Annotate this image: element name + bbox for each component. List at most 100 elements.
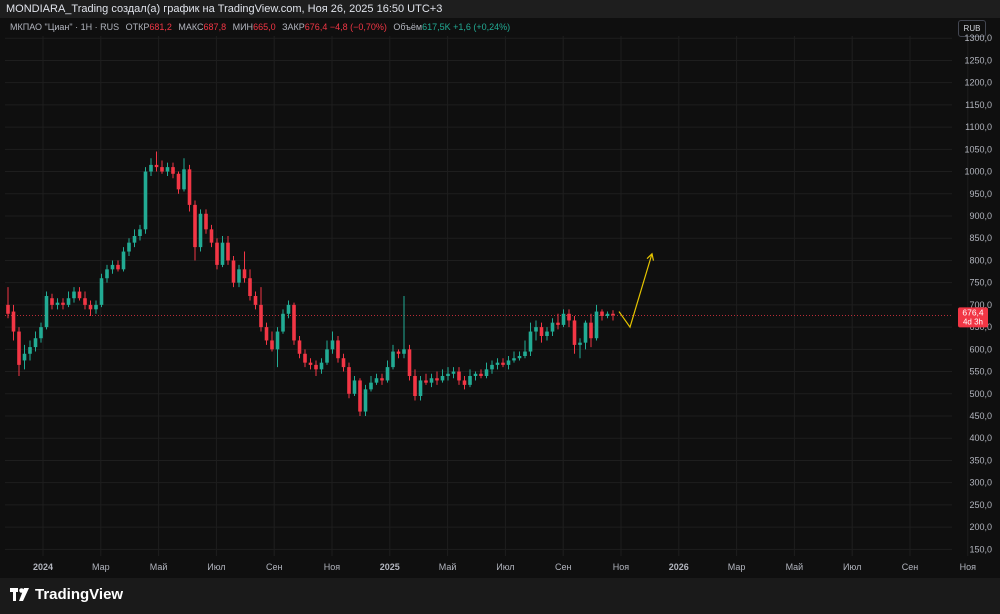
candle-body	[457, 371, 461, 381]
y-tick-label: 1100,0	[965, 122, 992, 132]
time-axis[interactable]: 2024 Мар Май Июл Сен Ноя 2025 Май Июл Сен Ноя 2026 М…	[33, 562, 976, 572]
candle-body	[121, 251, 126, 270]
candle	[154, 151, 159, 172]
candle-body	[28, 347, 32, 354]
candle	[391, 344, 395, 370]
candle-body	[512, 358, 516, 361]
candle-body	[149, 164, 153, 172]
candle	[33, 331, 38, 352]
candle-body	[83, 298, 87, 305]
y-tick-label: 1300,0	[964, 33, 992, 43]
candle	[149, 158, 153, 176]
brand-name: TradingView	[35, 586, 124, 603]
candle	[165, 162, 170, 176]
candle	[605, 311, 610, 319]
candle	[369, 376, 373, 392]
candle-body	[66, 298, 71, 305]
candle-body	[523, 351, 527, 356]
candle	[534, 320, 538, 341]
candle-body	[138, 229, 142, 236]
candle-body	[182, 169, 186, 190]
candle	[611, 310, 615, 321]
last-price-tag: 676,4 4d 3h	[958, 307, 988, 328]
candle	[171, 162, 175, 179]
grid-lines	[5, 36, 969, 556]
candle-body	[292, 304, 296, 341]
candle-body	[605, 313, 610, 316]
candle-body	[418, 380, 423, 396]
candle-body	[429, 378, 434, 383]
candle	[83, 291, 87, 310]
candle-body	[297, 340, 302, 354]
candle	[28, 340, 32, 361]
candle-body	[517, 356, 522, 359]
x-tick-label: Ноя	[613, 562, 630, 572]
candle-body	[154, 164, 159, 168]
candle	[94, 300, 98, 314]
x-tick-label: Ноя	[960, 562, 977, 572]
candle	[187, 164, 192, 212]
candle	[446, 367, 450, 381]
candle	[396, 349, 401, 359]
candle-body	[204, 213, 208, 230]
candle	[44, 291, 49, 330]
candle-body	[22, 353, 27, 361]
candle-body	[88, 304, 93, 310]
price-chart[interactable]: 150,0 200,0 250,0 300,0 350,0 400,0 450,0 500,0…	[0, 0, 1000, 578]
candle-body	[407, 349, 412, 376]
candle-body	[567, 313, 571, 321]
candle	[88, 300, 93, 316]
candle	[50, 293, 54, 310]
candle-body	[330, 340, 335, 350]
y-tick-label: 750,0	[969, 278, 992, 288]
candle-body	[451, 371, 456, 374]
x-tick-label: Сен	[266, 562, 283, 572]
candle	[479, 369, 483, 379]
x-tick-label: Май	[786, 562, 804, 572]
candle	[259, 287, 263, 332]
candle-body	[446, 373, 450, 376]
tradingview-logo[interactable]: TradingView	[10, 586, 123, 603]
y-tick-label: 350,0	[969, 455, 992, 465]
candle	[105, 264, 109, 283]
candle-body	[374, 378, 379, 383]
candle	[116, 260, 120, 272]
candle	[583, 320, 588, 350]
candle-body	[319, 362, 324, 370]
candle-body	[50, 298, 54, 305]
candle-body	[600, 311, 604, 316]
candle-body	[424, 380, 428, 383]
candle-body	[501, 362, 505, 365]
candle-body	[369, 382, 373, 390]
tradingview-logo-icon	[10, 587, 29, 601]
candle-body	[237, 269, 241, 283]
candle-body	[72, 291, 76, 299]
candle	[308, 358, 313, 370]
candle-body	[462, 380, 467, 385]
candle	[424, 373, 428, 385]
candle	[435, 371, 439, 385]
candle-body	[303, 353, 307, 363]
x-tick-label: Сен	[902, 562, 919, 572]
candle	[347, 362, 351, 399]
y-tick-label: 400,0	[969, 433, 992, 443]
y-tick-label: 800,0	[969, 255, 992, 265]
candle	[237, 264, 241, 288]
price-axis[interactable]: 150,0 200,0 250,0 300,0 350,0 400,0 450,0 500,0…	[964, 33, 992, 554]
x-tick-label: 2026	[669, 562, 689, 572]
candle-body	[308, 362, 313, 365]
candle-body	[264, 327, 269, 341]
candle-body	[61, 302, 65, 305]
candle-body	[556, 322, 560, 325]
candle	[204, 209, 208, 234]
candle	[325, 340, 329, 365]
candle-body	[440, 376, 445, 381]
candle	[22, 344, 27, 370]
candle-body	[528, 331, 533, 352]
y-tick-label: 550,0	[969, 367, 992, 377]
x-tick-label: Мар	[92, 562, 110, 572]
candle-body	[286, 304, 291, 314]
forecast-arrow[interactable]	[618, 253, 653, 329]
candle	[66, 291, 71, 308]
candle	[72, 287, 76, 303]
